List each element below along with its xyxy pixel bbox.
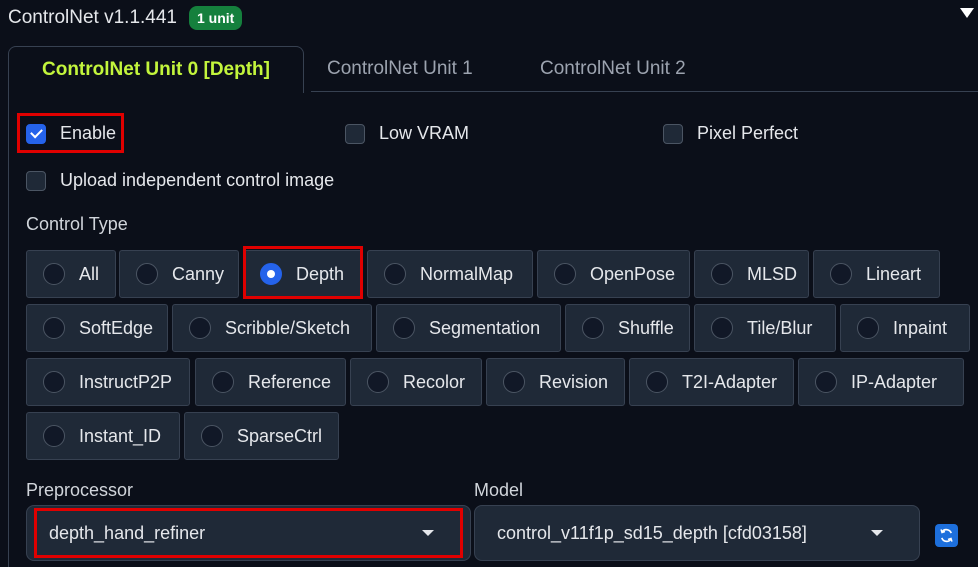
control-type-option[interactable]: MLSD <box>694 250 809 298</box>
pixel-perfect-checkbox-row[interactable]: Pixel Perfect <box>663 123 798 144</box>
control-type-option[interactable]: Canny <box>119 250 239 298</box>
low-vram-checkbox[interactable] <box>345 123 365 144</box>
tab-unit-1[interactable]: ControlNet Unit 1 <box>327 46 473 92</box>
control-type-option-label: T2I-Adapter <box>682 371 778 392</box>
control-type-option-label: IP-Adapter <box>851 371 938 392</box>
refresh-models-button[interactable] <box>935 524 958 547</box>
control-type-option-label: All <box>79 263 100 284</box>
preprocessor-highlight-box <box>34 508 463 558</box>
control-type-option[interactable]: Scribble/Sketch <box>172 304 372 352</box>
control-type-option[interactable]: Instant_ID <box>26 412 180 460</box>
control-type-option[interactable]: OpenPose <box>537 250 690 298</box>
control-type-option[interactable]: Segmentation <box>376 304 561 352</box>
control-type-option-label: MLSD <box>747 263 798 284</box>
radio-icon[interactable] <box>711 263 733 285</box>
control-type-option-label: SoftEdge <box>79 317 154 338</box>
control-type-option[interactable]: All <box>26 250 116 298</box>
radio-icon[interactable] <box>503 371 525 393</box>
control-type-option[interactable]: Shuffle <box>565 304 690 352</box>
tab-unit-2[interactable]: ControlNet Unit 2 <box>540 46 686 92</box>
radio-icon[interactable] <box>646 371 668 393</box>
control-type-option[interactable]: Inpaint <box>840 304 970 352</box>
control-type-option[interactable]: T2I-Adapter <box>629 358 794 406</box>
tab-unit-0[interactable]: ControlNet Unit 0 [Depth] <box>8 46 304 93</box>
control-type-option-label: Lineart <box>866 263 922 284</box>
radio-icon[interactable] <box>384 263 406 285</box>
radio-icon[interactable] <box>815 371 837 393</box>
upload-independent-checkbox[interactable] <box>26 170 46 191</box>
control-type-option-label: OpenPose <box>590 263 676 284</box>
controlnet-title: ControlNet v1.1.441 <box>8 7 177 28</box>
control-type-option[interactable]: IP-Adapter <box>798 358 964 406</box>
low-vram-label: Low VRAM <box>379 123 470 143</box>
radio-icon[interactable] <box>43 425 65 447</box>
radio-icon[interactable] <box>711 317 733 339</box>
radio-icon[interactable] <box>857 317 879 339</box>
control-type-option[interactable]: SoftEdge <box>26 304 168 352</box>
control-type-option-label: Inpaint <box>893 317 948 338</box>
control-type-option[interactable]: InstructP2P <box>26 358 190 406</box>
radio-icon[interactable] <box>43 263 65 285</box>
radio-icon[interactable] <box>367 371 389 393</box>
radio-icon[interactable] <box>136 263 158 285</box>
model-dropdown[interactable]: control_v11f1p_sd15_depth [cfd03158] <box>474 505 920 561</box>
radio-icon[interactable] <box>43 317 65 339</box>
radio-icon[interactable] <box>212 371 234 393</box>
chevron-down-icon[interactable] <box>871 530 883 536</box>
control-type-option-label: Reference <box>248 371 332 392</box>
control-type-option[interactable]: Tile/Blur <box>694 304 836 352</box>
control-type-option[interactable]: NormalMap <box>367 250 533 298</box>
pixel-perfect-checkbox[interactable] <box>663 123 683 144</box>
control-type-option[interactable]: Recolor <box>350 358 482 406</box>
depth-highlight-box <box>243 246 363 299</box>
unit-count-badge: 1 unit <box>189 6 243 30</box>
control-type-option-label: Tile/Blur <box>747 317 813 338</box>
collapse-arrow-icon[interactable] <box>960 8 974 18</box>
controlnet-header[interactable]: ControlNet v1.1.441 1 unit <box>8 4 243 32</box>
control-type-option[interactable]: SparseCtrl <box>184 412 339 460</box>
upload-independent-label: Upload independent control image <box>60 170 335 190</box>
control-type-option[interactable]: Revision <box>486 358 625 406</box>
radio-icon[interactable] <box>43 371 65 393</box>
control-type-option-label: Segmentation <box>429 317 541 338</box>
radio-icon[interactable] <box>201 425 223 447</box>
control-type-option[interactable]: Reference <box>195 358 346 406</box>
upload-independent-checkbox-row[interactable]: Upload independent control image <box>26 170 334 191</box>
control-type-label: Control Type <box>26 214 128 234</box>
control-type-option-label: InstructP2P <box>79 371 173 392</box>
model-value: control_v11f1p_sd15_depth [cfd03158] <box>497 522 807 543</box>
control-type-option-label: NormalMap <box>420 263 514 284</box>
control-type-option-label: Canny <box>172 263 225 284</box>
control-type-option-label: Recolor <box>403 371 466 392</box>
enable-highlight-box <box>17 113 124 153</box>
control-type-option-label: Instant_ID <box>79 425 162 446</box>
control-type-option[interactable]: Lineart <box>813 250 940 298</box>
preprocessor-label: Preprocessor <box>26 480 134 500</box>
radio-icon[interactable] <box>830 263 852 285</box>
pixel-perfect-label: Pixel Perfect <box>697 123 799 143</box>
model-label: Model <box>474 480 524 500</box>
low-vram-checkbox-row[interactable]: Low VRAM <box>345 123 469 144</box>
control-type-option-label: Scribble/Sketch <box>225 317 351 338</box>
radio-icon[interactable] <box>393 317 415 339</box>
control-type-option-label: Shuffle <box>618 317 674 338</box>
refresh-icon <box>940 528 953 543</box>
radio-icon[interactable] <box>554 263 576 285</box>
control-type-option-label: SparseCtrl <box>237 425 323 446</box>
control-type-option-label: Revision <box>539 371 609 392</box>
radio-icon[interactable] <box>582 317 604 339</box>
unit-tabs: ControlNet Unit 0 [Depth] ControlNet Uni… <box>8 46 978 93</box>
radio-icon[interactable] <box>189 317 211 339</box>
